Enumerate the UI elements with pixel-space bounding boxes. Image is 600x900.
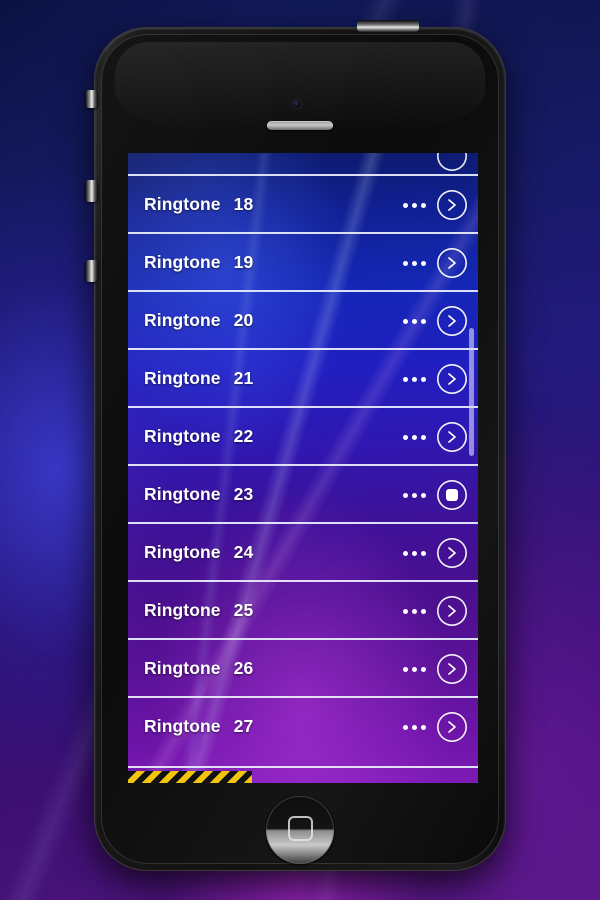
list-item[interactable]: Ringtone 21 [128, 348, 478, 406]
more-options-icon[interactable] [403, 492, 426, 498]
ringtone-number: 24 [233, 541, 254, 562]
stop-glyph [446, 489, 458, 501]
home-square-icon [288, 816, 313, 841]
ringtone-name: Ringtone [144, 309, 221, 330]
volume-down-button[interactable] [85, 260, 98, 282]
front-camera [293, 100, 301, 108]
list-item-actions [403, 292, 467, 350]
list-item-actions [403, 524, 467, 582]
scrollbar-thumb[interactable] [469, 328, 474, 456]
chevron-right-icon[interactable] [437, 596, 467, 626]
list-item[interactable]: Ringtone 26 [128, 638, 478, 696]
chevron-glyph [448, 721, 456, 733]
chevron-glyph [448, 373, 456, 385]
ringtone-name: Ringtone [144, 715, 221, 736]
chevron-glyph [448, 605, 456, 617]
ringtone-name: Ringtone [144, 425, 221, 446]
list-item[interactable]: Ringtone 22 [128, 406, 478, 464]
chevron-glyph [448, 663, 456, 675]
list-item[interactable]: Ringtone 27 [128, 696, 478, 754]
list-item[interactable]: Ringtone 20 [128, 290, 478, 348]
more-options-icon[interactable] [403, 724, 426, 730]
volume-up-button[interactable] [85, 180, 98, 202]
ringtone-name: Ringtone [144, 251, 221, 272]
more-options-icon[interactable] [403, 376, 426, 382]
list-item[interactable]: Ringtone 23 [128, 464, 478, 522]
more-options-icon[interactable] [403, 260, 426, 266]
ringtone-list[interactable]: Ringtone 18 Ringtone 19 Ringtone 20 Ringtone 21… [128, 153, 478, 754]
chevron-right-icon[interactable] [437, 654, 467, 684]
chevron-glyph [448, 315, 456, 327]
list-item-actions [403, 698, 467, 756]
phone-screen: Ringtone 18 Ringtone 19 Ringtone 20 Ringtone 21… [128, 153, 478, 783]
list-item-actions [403, 234, 467, 292]
chevron-right-icon[interactable] [437, 364, 467, 394]
list-item-actions [403, 176, 467, 234]
ringtone-number: 23 [233, 483, 254, 504]
chevron-glyph [448, 431, 456, 443]
ringtone-name: Ringtone [144, 367, 221, 388]
list-item-actions [403, 408, 467, 466]
list-item[interactable]: Ringtone 24 [128, 522, 478, 580]
chevron-right-icon[interactable] [437, 306, 467, 336]
ringtone-number: 26 [233, 657, 254, 678]
chevron-right-icon[interactable] [437, 712, 467, 742]
ringtone-number: 27 [233, 715, 254, 736]
stop-square-icon[interactable] [437, 480, 467, 510]
more-options-icon[interactable] [403, 608, 426, 614]
list-item[interactable]: Ringtone 19 [128, 232, 478, 290]
phone-device: Ringtone 18 Ringtone 19 Ringtone 20 Ringtone 21… [85, 20, 505, 870]
list-item[interactable]: Ringtone 25 [128, 580, 478, 638]
scrollbar-track[interactable] [469, 153, 476, 783]
chevron-right-icon[interactable] [437, 422, 467, 452]
ringtone-number: 25 [233, 599, 254, 620]
chevron-right-icon[interactable] [437, 190, 467, 220]
ringtone-name: Ringtone [144, 599, 221, 620]
ad-strip[interactable] [128, 771, 252, 783]
list-item-actions [403, 582, 467, 640]
chevron-right-icon[interactable] [437, 153, 467, 171]
ringtone-number: 22 [233, 425, 254, 446]
ringtone-name: Ringtone [144, 657, 221, 678]
chevron-glyph [448, 199, 456, 211]
chevron-glyph [448, 547, 456, 559]
home-button[interactable] [266, 796, 334, 864]
chevron-glyph [448, 257, 456, 269]
chevron-right-icon[interactable] [437, 538, 467, 568]
more-options-icon[interactable] [403, 434, 426, 440]
ringtone-name: Ringtone [144, 483, 221, 504]
power-button[interactable] [357, 20, 419, 32]
list-item[interactable]: Ringtone 18 [128, 174, 478, 232]
list-item-partial[interactable] [128, 153, 478, 174]
earpiece-speaker [267, 121, 333, 130]
ringtone-number: 19 [233, 251, 254, 272]
list-item-actions [403, 640, 467, 698]
ringtone-number: 20 [233, 309, 254, 330]
list-item-actions [403, 350, 467, 408]
ringtone-name: Ringtone [144, 193, 221, 214]
ringtone-number: 18 [233, 193, 254, 214]
ringtone-number: 21 [233, 367, 254, 388]
ringtone-name: Ringtone [144, 541, 221, 562]
mute-switch[interactable] [85, 90, 98, 108]
more-options-icon[interactable] [403, 666, 426, 672]
more-options-icon[interactable] [403, 550, 426, 556]
list-item-actions [403, 466, 467, 524]
chevron-right-icon[interactable] [437, 248, 467, 278]
list-bottom-divider [128, 766, 478, 768]
more-options-icon[interactable] [403, 318, 426, 324]
more-options-icon[interactable] [403, 202, 426, 208]
